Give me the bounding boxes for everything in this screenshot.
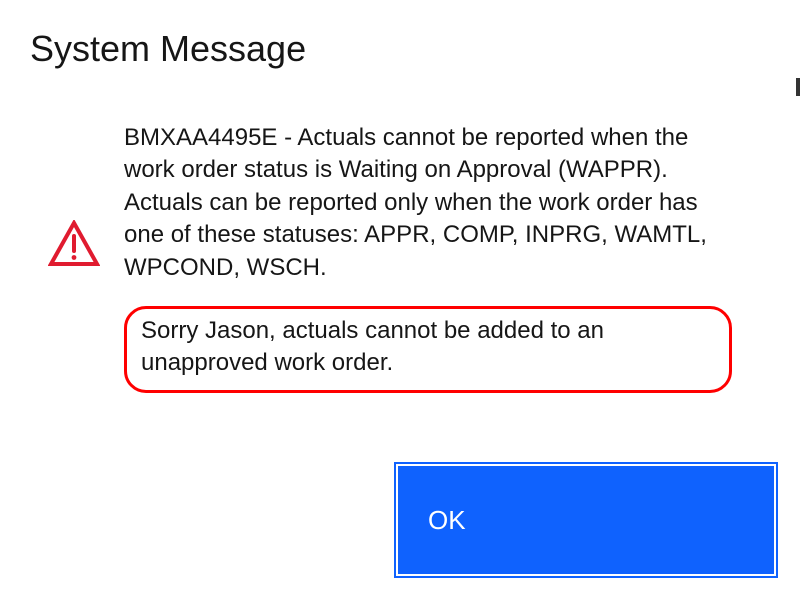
icon-column: [24, 122, 124, 268]
scrollbar-tick: [796, 78, 800, 96]
system-message-dialog: System Message BMXAA4495E - Actuals cann…: [0, 0, 800, 600]
dialog-content: BMXAA4495E - Actuals cannot be reported …: [24, 122, 776, 393]
ok-button[interactable]: OK: [396, 464, 776, 576]
dialog-title: System Message: [30, 28, 776, 70]
warning-icon: [48, 220, 100, 268]
message-column: BMXAA4495E - Actuals cannot be reported …: [124, 122, 772, 393]
message-secondary: Sorry Jason, actuals cannot be added to …: [124, 306, 732, 393]
ok-button-label: OK: [428, 505, 466, 536]
message-primary: BMXAA4495E - Actuals cannot be reported …: [124, 122, 732, 284]
